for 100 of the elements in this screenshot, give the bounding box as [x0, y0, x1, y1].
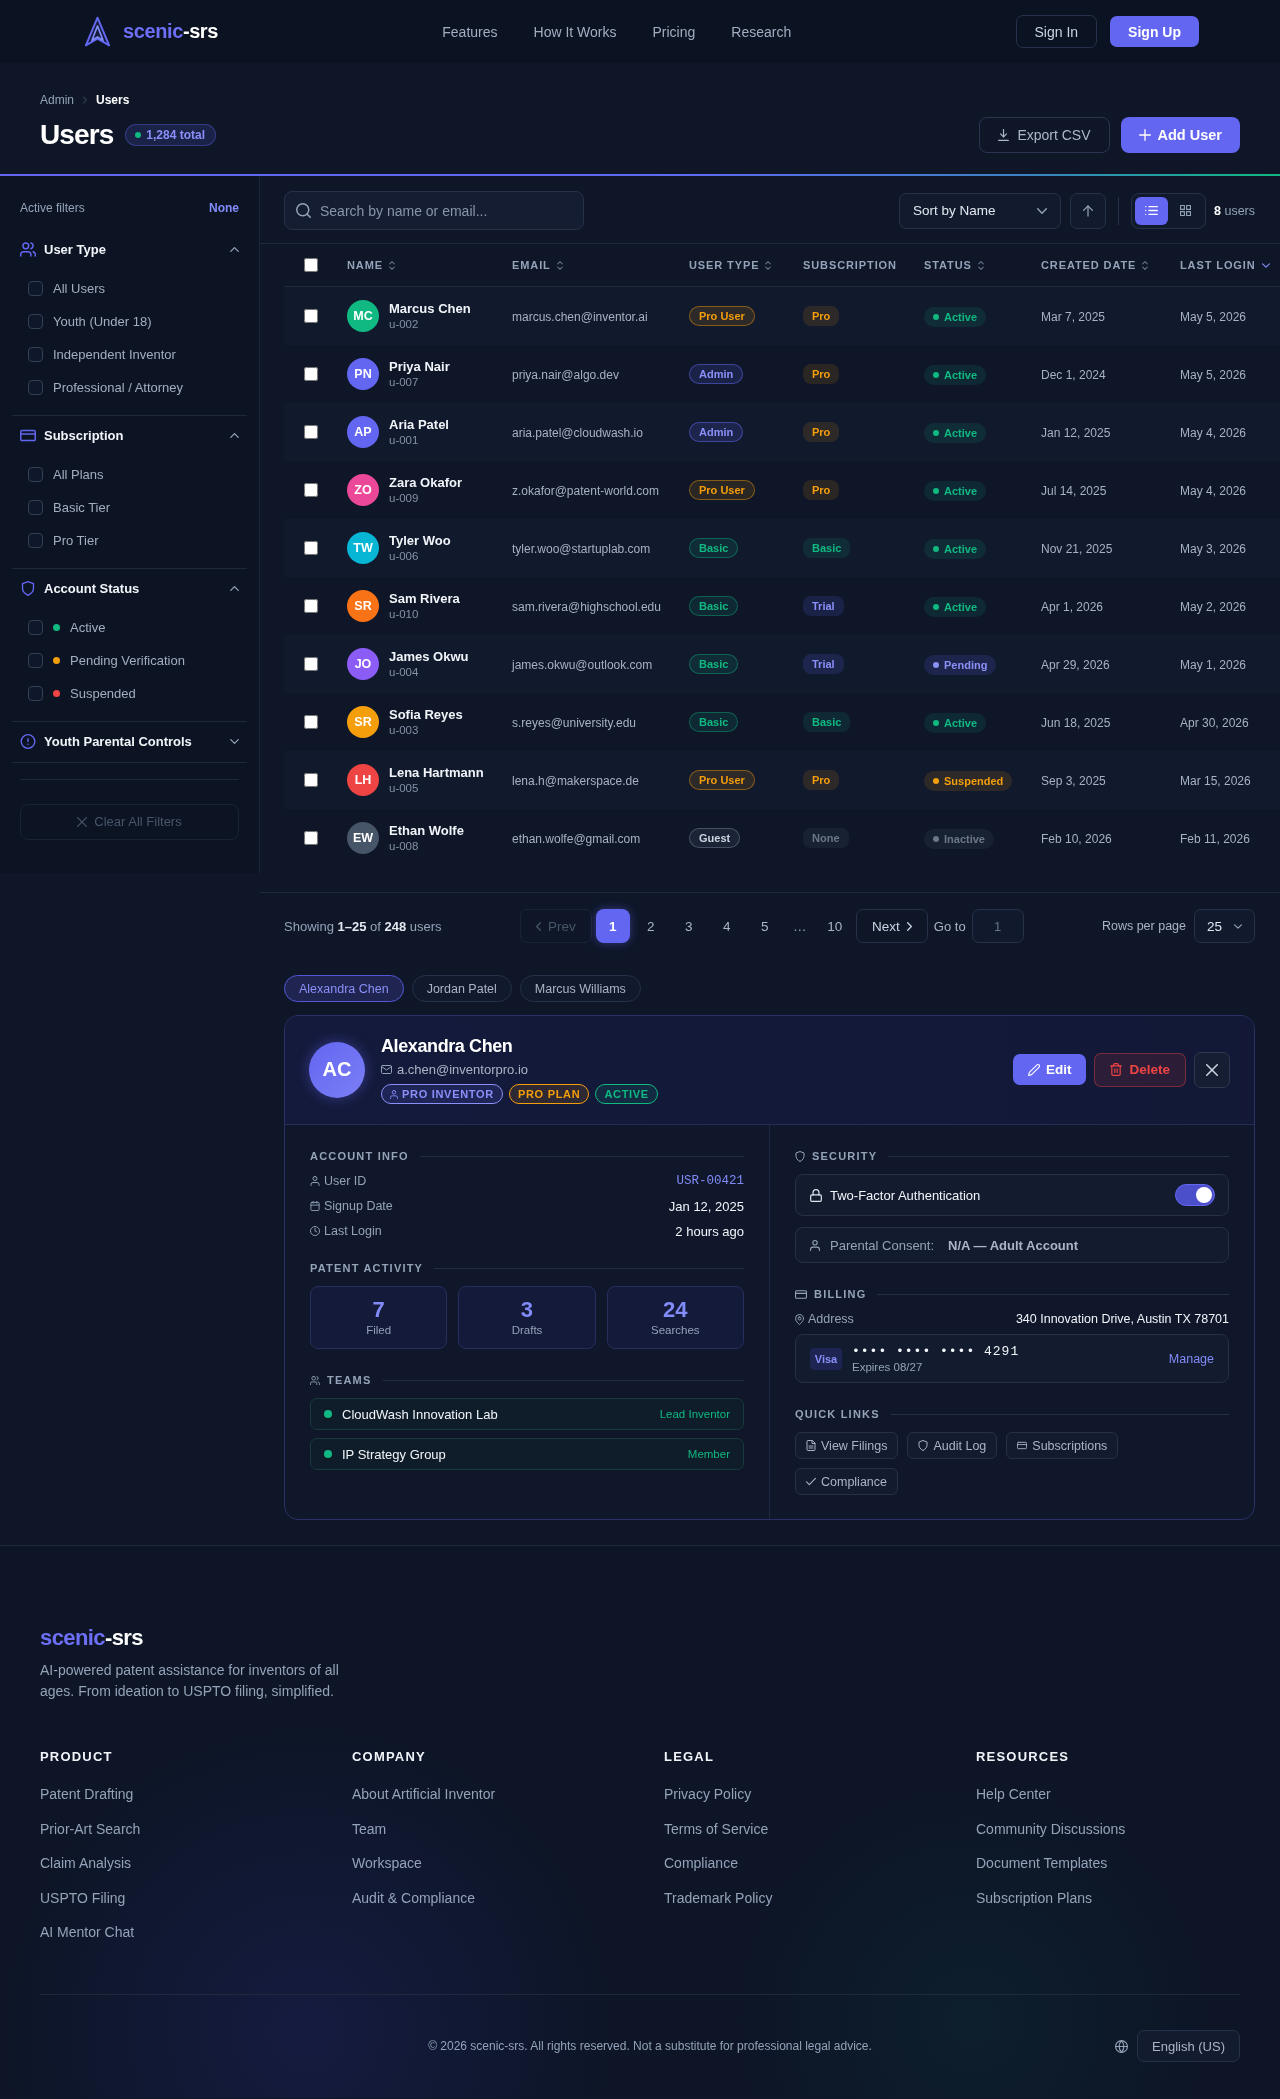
column-header[interactable]: LAST LOGIN: [1180, 259, 1280, 271]
footer-link[interactable]: Workspace: [352, 1853, 422, 1873]
footer-link[interactable]: AI Mentor Chat: [40, 1922, 135, 1942]
checkbox[interactable]: [28, 685, 43, 701]
checkbox[interactable]: [28, 652, 43, 668]
checkbox[interactable]: [28, 466, 43, 482]
filter-option-label[interactable]: Active: [70, 619, 106, 635]
footer-link[interactable]: Trademark Policy: [664, 1887, 773, 1908]
footer-link[interactable]: Compliance: [664, 1853, 738, 1873]
footer-link[interactable]: Help Center: [976, 1784, 1051, 1804]
filter-section-header[interactable]: Account Status: [12, 568, 247, 609]
page-button[interactable]: 4: [709, 909, 744, 943]
column-header[interactable]: NAME: [347, 259, 512, 271]
breadcrumb-link[interactable]: Admin: [40, 92, 74, 107]
checkbox[interactable]: [28, 532, 43, 548]
row-checkbox[interactable]: [304, 831, 318, 845]
footer-link[interactable]: Team: [352, 1818, 387, 1839]
table-row[interactable]: EW Ethan Wolfe u-008 ethan.wolfe@gmail.com Guest None Inactive Feb 10, 2026 Feb 11, 2026: [284, 809, 1280, 867]
row-checkbox[interactable]: [304, 657, 318, 671]
add-user-button[interactable]: Add User: [1120, 117, 1240, 153]
filter-section-header[interactable]: User Type: [12, 229, 247, 270]
breadcrumb-link[interactable]: Users: [96, 92, 130, 107]
column-header[interactable]: EMAIL: [512, 259, 689, 271]
quick-link-button[interactable]: Subscriptions: [1006, 1432, 1119, 1459]
column-header[interactable]: STATUS: [924, 259, 1041, 271]
checkbox[interactable]: [28, 379, 43, 395]
table-row[interactable]: MC Marcus Chen u-002 marcus.chen@inventor.ai Pro User Pro Active Mar 7, 2025 May 5, 2026: [284, 287, 1280, 345]
filter-option-label[interactable]: Professional / Attorney: [53, 379, 184, 395]
footer-link[interactable]: Community Discussions: [976, 1818, 1126, 1839]
quick-link-button[interactable]: Audit Log: [907, 1432, 998, 1459]
footer-link[interactable]: Terms of Service: [664, 1818, 769, 1839]
user-tab[interactable]: Jordan Patel: [411, 975, 512, 1002]
footer-link[interactable]: Privacy Policy: [664, 1784, 752, 1804]
filter-option-label[interactable]: Basic Tier: [53, 499, 111, 515]
filter-option-label[interactable]: All Plans: [53, 466, 104, 482]
footer-link[interactable]: Document Templates: [976, 1853, 1108, 1873]
checkbox[interactable]: [28, 280, 43, 296]
export-csv-button[interactable]: Export CSV: [979, 117, 1110, 153]
page-button[interactable]: 1: [595, 909, 630, 943]
manage-link[interactable]: Manage: [1168, 1351, 1214, 1366]
table-row[interactable]: LH Lena Hartmann u-005 lena.h@makerspace.de Pro User Pro Suspended Sep 3, 2025 Mar 15, 2026: [284, 751, 1280, 809]
table-row[interactable]: SR Sofia Reyes u-003 s.reyes@university.edu Basic Basic Active Jun 18, 2025 Apr 30, 2026: [284, 693, 1280, 751]
page-number-input[interactable]: 1: [971, 909, 1024, 943]
footer-link[interactable]: Subscription Plans: [976, 1887, 1092, 1908]
table-row[interactable]: ZO Zara Okafor u-009 z.okafor@patent-world.com Pro User Pro Active Jul 14, 2025 May 4, 2026: [284, 461, 1280, 519]
row-checkbox[interactable]: [304, 425, 318, 439]
sort-dropdown[interactable]: Sort by Name: [899, 192, 1061, 229]
table-row[interactable]: SR Sam Rivera u-010 sam.rivera@highschool.edu Basic Trial Active Apr 1, 2026 May 2, 2026: [284, 577, 1280, 635]
checkbox[interactable]: [28, 346, 43, 362]
footer-link[interactable]: Prior-Art Search: [40, 1818, 141, 1839]
quick-link-button[interactable]: View Filings: [795, 1432, 899, 1459]
row-checkbox[interactable]: [304, 599, 318, 613]
team-item[interactable]: IP Strategy Group Member: [310, 1438, 744, 1470]
row-checkbox[interactable]: [304, 715, 318, 729]
nav-link[interactable]: Features: [442, 23, 498, 40]
list-view-button[interactable]: [1135, 196, 1168, 225]
footer-link[interactable]: USPTO Filing: [40, 1887, 126, 1908]
row-checkbox[interactable]: [304, 773, 318, 787]
row-checkbox[interactable]: [304, 541, 318, 555]
footer-link[interactable]: Patent Drafting: [40, 1784, 134, 1804]
footer-link[interactable]: Audit & Compliance: [352, 1887, 475, 1908]
filter-option-label[interactable]: Youth (Under 18): [53, 313, 152, 329]
page-button[interactable]: 10: [817, 909, 852, 943]
nav-link[interactable]: How It Works: [533, 23, 617, 40]
column-header[interactable]: CREATED DATE: [1041, 259, 1180, 271]
filter-section-header[interactable]: Youth Parental Controls: [12, 721, 247, 762]
sign-in-button[interactable]: Sign In: [1015, 15, 1098, 48]
nav-link[interactable]: Research: [731, 23, 792, 40]
nav-link[interactable]: Pricing: [652, 23, 696, 40]
team-item[interactable]: CloudWash Innovation Lab Lead Inventor: [310, 1398, 744, 1430]
footer-link[interactable]: Claim Analysis: [40, 1853, 132, 1873]
column-header[interactable]: USER TYPE: [689, 259, 803, 271]
row-checkbox[interactable]: [304, 309, 318, 323]
filter-section-header[interactable]: Subscription: [12, 415, 247, 456]
footer-logo-text[interactable]: scenic-srs: [40, 1624, 143, 1652]
table-row[interactable]: TW Tyler Woo u-006 tyler.woo@startuplab.com Basic Basic Active Nov 21, 2025 May 3, 2026: [284, 519, 1280, 577]
row-checkbox[interactable]: [304, 367, 318, 381]
filter-option-label[interactable]: Pro Tier: [53, 532, 99, 548]
footer-link[interactable]: About Artificial Inventor: [352, 1784, 496, 1804]
filter-option-label[interactable]: Independent Inventor: [53, 346, 176, 362]
close-button[interactable]: [1194, 1051, 1230, 1088]
filter-option-label[interactable]: Suspended: [70, 685, 136, 701]
page-button[interactable]: 5: [747, 909, 782, 943]
search-field[interactable]: Search by name or email...: [284, 191, 584, 230]
sign-up-button[interactable]: Sign Up: [1110, 16, 1199, 47]
sort-direction-button[interactable]: [1070, 192, 1106, 229]
rows-per-page-dropdown[interactable]: 25: [1194, 909, 1255, 943]
table-row[interactable]: PN Priya Nair u-007 priya.nair@algo.dev Admin Pro Active Dec 1, 2024 May 5, 2026: [284, 345, 1280, 403]
next-page-button[interactable]: Next: [855, 909, 928, 943]
filter-option-label[interactable]: All Users: [53, 280, 105, 296]
toggle-switch[interactable]: [1175, 1184, 1215, 1206]
select-all-checkbox[interactable]: [304, 258, 318, 272]
logo-text[interactable]: scenic-srs: [123, 20, 218, 43]
filter-option-label[interactable]: Pending Verification: [70, 652, 185, 668]
user-tab[interactable]: Marcus Williams: [519, 975, 641, 1002]
page-button[interactable]: 3: [671, 909, 706, 943]
table-row[interactable]: AP Aria Patel u-001 aria.patel@cloudwash.io Admin Pro Active Jan 12, 2025 May 4, 2026: [284, 403, 1280, 461]
checkbox[interactable]: [28, 619, 43, 635]
row-checkbox[interactable]: [304, 483, 318, 497]
user-tab[interactable]: Alexandra Chen: [284, 975, 404, 1002]
